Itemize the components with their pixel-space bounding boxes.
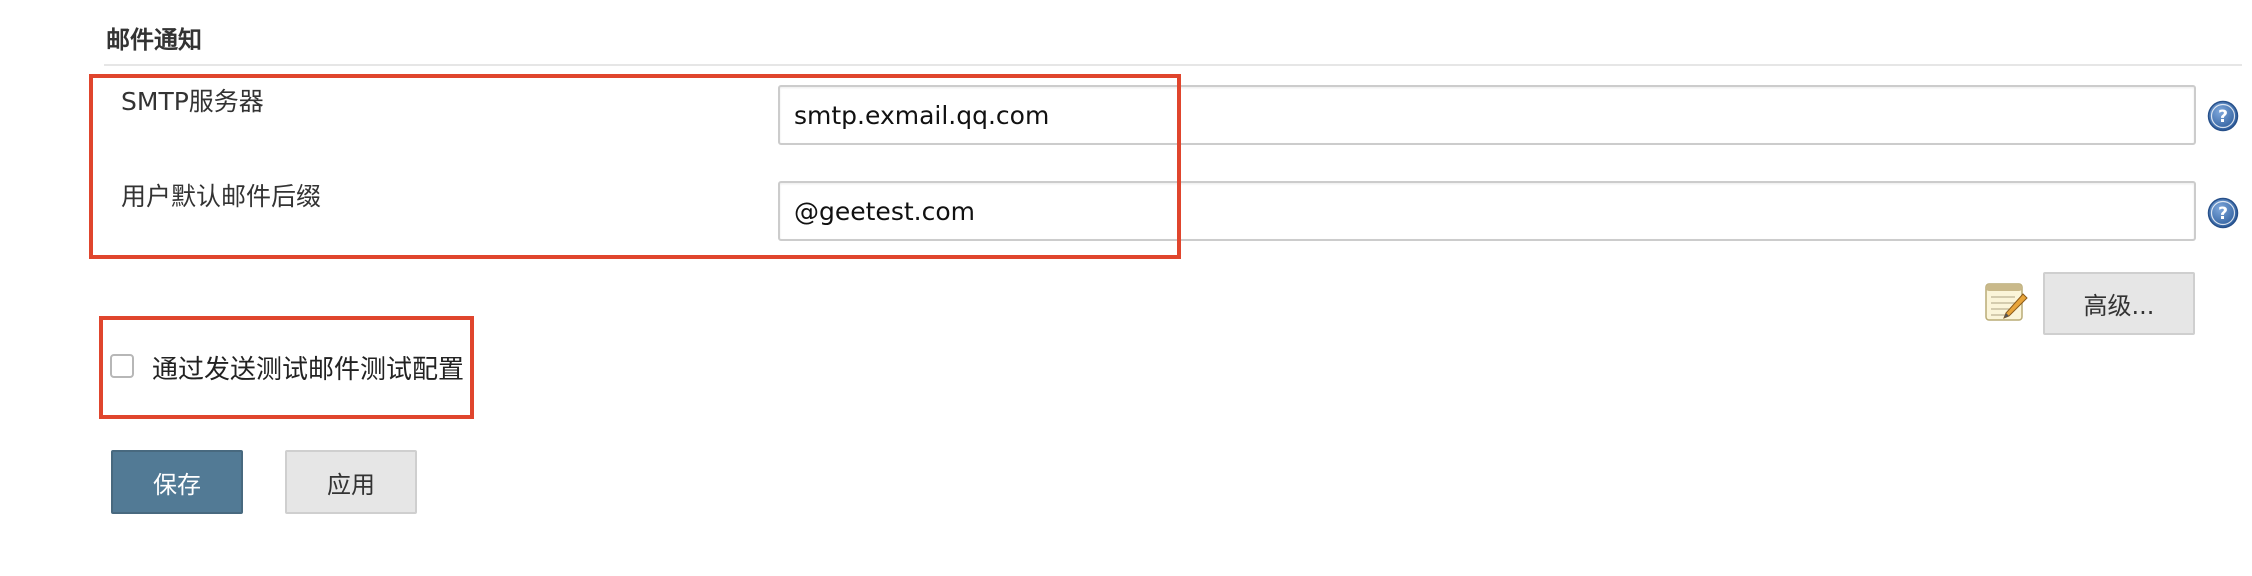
apply-button[interactable]: 应用 [285, 450, 417, 514]
email-suffix-input[interactable] [778, 181, 2196, 241]
help-icon-glyph: ? [2218, 107, 2228, 127]
save-button[interactable]: 保存 [111, 450, 243, 514]
section-title: 邮件通知 [106, 26, 202, 54]
notepad-icon[interactable] [1983, 280, 2029, 326]
test-config-checkbox[interactable] [110, 354, 134, 378]
section-divider [104, 64, 2242, 66]
advanced-button[interactable]: 高级... [2043, 272, 2195, 335]
help-icon[interactable]: ? [2207, 197, 2239, 229]
test-config-label[interactable]: 通过发送测试邮件测试配置 [152, 349, 464, 386]
smtp-server-input[interactable] [778, 85, 2196, 145]
email-suffix-label: 用户默认邮件后缀 [121, 182, 322, 211]
help-icon-glyph: ? [2218, 204, 2228, 224]
smtp-server-label: SMTP服务器 [121, 87, 264, 116]
help-icon[interactable]: ? [2207, 100, 2239, 132]
